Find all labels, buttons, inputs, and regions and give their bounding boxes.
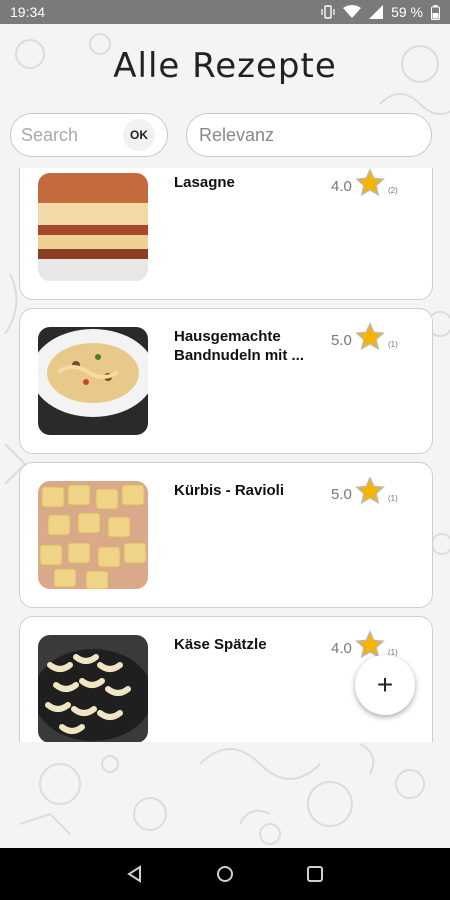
search-box: OK (10, 113, 168, 157)
recipe-rating: 5.0 (1) (331, 476, 411, 516)
page-title: Alle Rezepte (113, 46, 337, 86)
recipe-name: Lasagne (174, 174, 235, 191)
recipe-name: Kürbis - Ravioli (174, 482, 285, 499)
status-time: 19:34 (10, 4, 46, 20)
battery-text: 59 % (391, 4, 423, 20)
rating-count: (1) (388, 340, 398, 349)
recipe-image-bandnudeln (38, 327, 148, 435)
star-icon (355, 322, 385, 351)
recipe-card-bandnudeln[interactable]: Hausgemachte Bandnudeln mit ... 5.0 (1) (19, 308, 433, 454)
search-input[interactable] (21, 124, 117, 146)
plus-icon: + (376, 669, 394, 700)
recents-icon[interactable] (305, 864, 325, 884)
wifi-icon (343, 5, 362, 18)
search-ok-button[interactable]: OK (123, 119, 155, 151)
recipe-rating: 4.0 (2) (331, 168, 411, 208)
rating-value: 5.0 (331, 332, 352, 349)
rating-value: 4.0 (331, 640, 352, 657)
recipe-image-lasagne (38, 173, 148, 281)
star-icon (355, 476, 385, 505)
status-bar: 19:34 59 % (0, 0, 450, 24)
battery-icon (431, 4, 440, 20)
add-recipe-button[interactable]: + (355, 655, 415, 715)
recipe-image-ravioli (38, 481, 148, 589)
recipe-rating: 5.0 (1) (331, 322, 411, 362)
back-icon[interactable] (125, 864, 145, 884)
sort-selected-value: Relevanz (199, 124, 275, 145)
rating-value: 5.0 (331, 486, 352, 503)
recipe-card-kuerbis-ravioli[interactable]: Kürbis - Ravioli 5.0 (1) (19, 462, 433, 608)
recipe-name: Käse Spätzle (174, 636, 267, 653)
star-icon (355, 168, 385, 197)
vibrate-icon (321, 5, 335, 19)
signal-icon (369, 5, 384, 19)
status-icons: 59 % (321, 4, 440, 20)
navigation-bar (0, 848, 450, 900)
recipe-card-lasagne[interactable]: Lasagne 4.0 (2) (19, 168, 433, 300)
sort-dropdown[interactable]: Relevanz (186, 113, 432, 157)
rating-count: (2) (388, 186, 398, 195)
home-icon[interactable] (215, 864, 235, 884)
recipe-image-spaetzle (38, 635, 148, 742)
rating-count: (1) (388, 494, 398, 503)
rating-value: 4.0 (331, 178, 352, 195)
recipe-name: Hausgemachte Bandnudeln mit ... (174, 328, 304, 364)
